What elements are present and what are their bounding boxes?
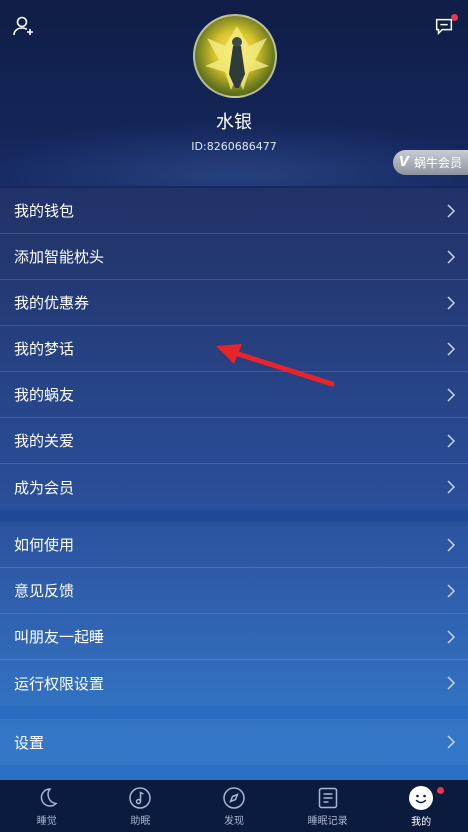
avatar-image xyxy=(205,26,269,90)
menu-item-label: 成为会员 xyxy=(14,478,75,497)
chevron-right-icon xyxy=(447,249,456,264)
chevron-right-icon xyxy=(447,676,456,690)
menu-group-settings: 设置 xyxy=(0,719,468,765)
vip-badge-label: 蜗牛会员 xyxy=(413,156,462,170)
menu-item-permission-settings[interactable]: 运行权限设置 xyxy=(0,660,468,706)
chevron-right-icon xyxy=(447,480,456,494)
menu-item-become-member[interactable]: 成为会员 xyxy=(0,464,468,510)
chevron-right-icon xyxy=(447,387,456,402)
username: 水银 xyxy=(216,112,252,133)
avatar[interactable] xyxy=(193,14,277,98)
menu-item-care[interactable]: 我的关爱 xyxy=(0,418,468,464)
message-button[interactable] xyxy=(430,12,458,40)
menu-item-label: 运行权限设置 xyxy=(14,674,105,693)
moon-icon xyxy=(40,787,58,807)
compass-icon xyxy=(223,786,245,809)
chevron-right-icon xyxy=(447,295,456,310)
menu-item-label: 如何使用 xyxy=(14,536,75,554)
bottom-tab-bar: 睡觉 助眠 发现 睡眠记录 我的 xyxy=(0,780,468,832)
menu-group-help: 如何使用 意见反馈 叫朋友一起睡 运行权限设置 xyxy=(0,522,468,706)
menu-item-label: 我的梦话 xyxy=(14,340,75,358)
chevron-right-icon xyxy=(447,203,456,218)
menu-item-label: 意见反馈 xyxy=(14,582,75,600)
menu-item-wallet[interactable]: 我的钱包 xyxy=(0,188,468,234)
chevron-right-icon xyxy=(447,433,456,448)
menu-item-label: 我的钱包 xyxy=(14,202,75,220)
tab-notification-dot xyxy=(436,787,444,794)
menu-item-how-to-use[interactable]: 如何使用 xyxy=(0,522,468,568)
menu-item-label: 我的蜗友 xyxy=(14,386,75,404)
chevron-right-icon xyxy=(447,735,456,749)
vip-badge-mark: V xyxy=(398,155,409,170)
menu-item-label: 叫朋友一起睡 xyxy=(14,628,105,646)
annotation-arrow xyxy=(216,344,335,387)
vip-badge[interactable]: V 蜗牛会员 xyxy=(392,150,468,175)
chevron-right-icon xyxy=(447,341,456,356)
chevron-right-icon xyxy=(447,583,456,598)
menu-item-label: 我的关爱 xyxy=(14,432,75,450)
tab-label: 睡眠记录 xyxy=(307,815,348,827)
menu-item-invite-friends[interactable]: 叫朋友一起睡 xyxy=(0,614,468,660)
tab-label: 睡觉 xyxy=(36,815,57,827)
smiley-icon xyxy=(409,785,434,810)
chevron-right-icon xyxy=(447,629,456,644)
profile-header: 水银 ID:8260686477 V 蜗牛会员 xyxy=(0,0,468,186)
menu-item-feedback[interactable]: 意见反馈 xyxy=(0,568,468,614)
music-note-icon xyxy=(129,786,152,809)
tab-discover[interactable]: 发现 xyxy=(187,780,281,832)
menu-item-label: 设置 xyxy=(14,733,45,752)
tab-label: 我的 xyxy=(411,816,432,828)
message-notification-dot xyxy=(451,14,458,21)
menu-item-label: 添加智能枕头 xyxy=(14,248,105,266)
tab-sleep-aid[interactable]: 助眠 xyxy=(94,780,188,832)
tab-label: 发现 xyxy=(223,815,244,827)
tab-mine[interactable]: 我的 xyxy=(374,780,468,832)
add-user-button[interactable] xyxy=(10,12,38,40)
tab-sleep[interactable]: 睡觉 xyxy=(0,780,94,832)
menu-item-settings[interactable]: 设置 xyxy=(0,719,468,765)
menu-item-add-smart-pillow[interactable]: 添加智能枕头 xyxy=(0,234,468,280)
tab-label: 助眠 xyxy=(130,815,151,827)
tab-sleep-record[interactable]: 睡眠记录 xyxy=(281,780,375,832)
chevron-right-icon xyxy=(447,537,456,552)
sleep-record-icon xyxy=(318,787,337,808)
user-add-icon xyxy=(13,16,33,36)
menu-item-coupons[interactable]: 我的优惠券 xyxy=(0,280,468,326)
menu-item-label: 我的优惠券 xyxy=(14,294,90,312)
